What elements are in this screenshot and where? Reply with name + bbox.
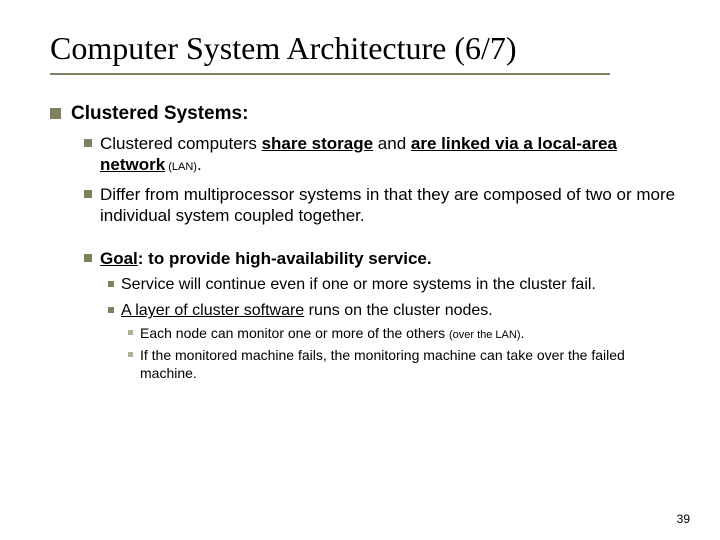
- page-number: 39: [677, 512, 690, 526]
- square-bullet-icon: [128, 330, 133, 335]
- subsubbullet-2: If the monitored machine fails, the moni…: [128, 347, 680, 382]
- subbullet-2-text: A layer of cluster software runs on the …: [121, 301, 493, 321]
- title-underline: [50, 73, 610, 75]
- square-bullet-icon: [84, 254, 92, 262]
- bullet-2-text: Differ from multiprocessor systems in th…: [100, 184, 680, 227]
- square-bullet-icon: [50, 108, 61, 119]
- subsubbullet-2-text: If the monitored machine fails, the moni…: [140, 347, 680, 382]
- heading-row: Clustered Systems:: [50, 103, 680, 125]
- subsubbullet-1: Each node can monitor one or more of the…: [128, 325, 680, 343]
- bullet-2: Differ from multiprocessor systems in th…: [84, 184, 680, 227]
- square-bullet-icon: [128, 352, 133, 357]
- square-bullet-icon: [84, 139, 92, 147]
- subbullet-2: A layer of cluster software runs on the …: [108, 301, 680, 321]
- subsubbullet-1-text: Each node can monitor one or more of the…: [140, 325, 524, 343]
- subbullet-1-text: Service will continue even if one or mor…: [121, 275, 596, 295]
- heading-text: Clustered Systems:: [71, 103, 248, 125]
- bullet-3: Goal: to provide high-availability servi…: [84, 248, 680, 269]
- square-bullet-icon: [108, 307, 114, 313]
- slide-title: Computer System Architecture (6/7): [50, 30, 680, 67]
- square-bullet-icon: [84, 190, 92, 198]
- bullet-1: Clustered computers share storage and ar…: [84, 133, 680, 176]
- square-bullet-icon: [108, 281, 114, 287]
- bullet-3-text: Goal: to provide high-availability servi…: [100, 248, 432, 269]
- subbullet-1: Service will continue even if one or mor…: [108, 275, 680, 295]
- bullet-1-text: Clustered computers share storage and ar…: [100, 133, 680, 176]
